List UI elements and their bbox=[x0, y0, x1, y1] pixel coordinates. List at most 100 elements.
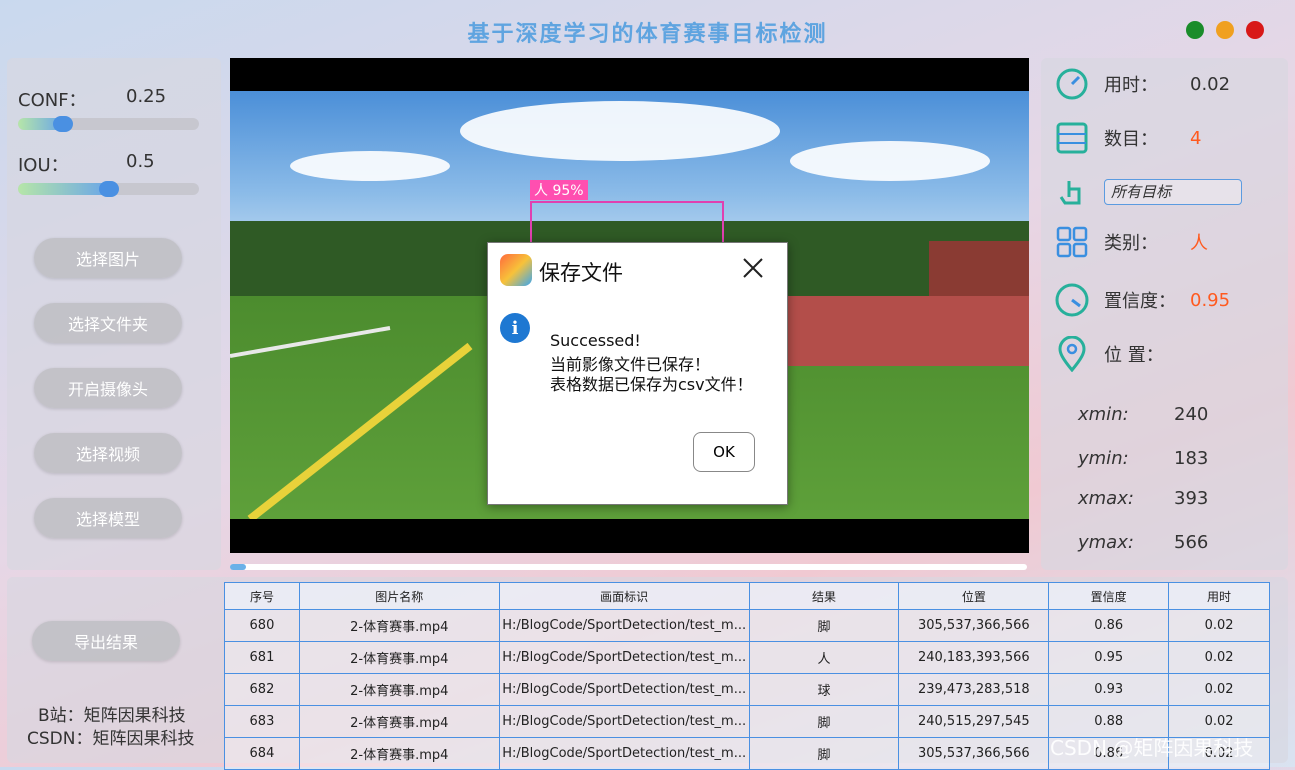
table-cell: 305,537,366,566 bbox=[898, 609, 1050, 642]
category-grid-icon bbox=[1054, 224, 1090, 260]
table-cell: 0.02 bbox=[1168, 673, 1270, 706]
green-button[interactable] bbox=[1186, 21, 1204, 39]
pointer-hand-icon bbox=[1054, 176, 1090, 212]
column-header[interactable]: 画面标识 bbox=[498, 582, 750, 610]
yellow-button[interactable] bbox=[1216, 21, 1234, 39]
count-label: 数目： bbox=[1104, 129, 1158, 150]
stopwatch-icon bbox=[1054, 66, 1090, 102]
table-header-row: 序号 图片名称 画面标识 结果 位置 置信度 用时 bbox=[224, 582, 1270, 610]
column-header[interactable]: 序号 bbox=[224, 582, 300, 610]
table-cell: 683 bbox=[224, 705, 300, 738]
table-cell: 0.86 bbox=[1048, 609, 1170, 642]
ymin-value: 183 bbox=[1174, 448, 1209, 469]
iou-value: 0.5 bbox=[126, 151, 155, 172]
class-label: 类别： bbox=[1104, 233, 1158, 254]
credit-csdn: CSDN：矩阵因果科技 bbox=[27, 729, 195, 749]
count-value: 4 bbox=[1190, 127, 1202, 149]
info-icon: i bbox=[500, 313, 530, 343]
table-row[interactable]: 682 2-体育赛事.mp4 H:/BlogCode/SportDetectio… bbox=[224, 673, 1270, 706]
white-line bbox=[230, 326, 391, 358]
table-cell: 0.95 bbox=[1048, 641, 1170, 674]
table-cell: 0.02 bbox=[1168, 609, 1270, 642]
table-cell: 0.02 bbox=[1168, 641, 1270, 674]
select-image-button[interactable]: 选择图片 bbox=[34, 238, 182, 278]
column-header[interactable]: 图片名称 bbox=[298, 582, 500, 610]
iou-slider-fill bbox=[18, 183, 109, 195]
table-cell: 脚 bbox=[748, 609, 900, 642]
table-cell: 2-体育赛事.mp4 bbox=[298, 609, 500, 642]
conf-label: CONF： bbox=[18, 90, 87, 111]
table-cell: 239,473,283,518 bbox=[898, 673, 1050, 706]
conf-slider-handle[interactable] bbox=[53, 116, 74, 132]
class-row: 类别： 人 bbox=[1054, 224, 1208, 260]
select-model-button[interactable]: 选择模型 bbox=[34, 498, 182, 538]
export-results-button[interactable]: 导出结果 bbox=[32, 621, 180, 661]
ymin-label: ymin: bbox=[1078, 448, 1129, 469]
abacus-icon bbox=[1054, 120, 1090, 156]
table-cell: H:/BlogCode/SportDetection/test_m... bbox=[498, 737, 750, 770]
video-progress-bar[interactable] bbox=[230, 564, 1027, 570]
table-row[interactable]: 680 2-体育赛事.mp4 H:/BlogCode/SportDetectio… bbox=[224, 609, 1270, 642]
time-value: 0.02 bbox=[1190, 73, 1231, 95]
xmax-label: xmax: bbox=[1078, 488, 1134, 509]
location-pin-icon bbox=[1054, 336, 1090, 372]
table-cell: 2-体育赛事.mp4 bbox=[298, 673, 500, 706]
table-cell: 305,537,366,566 bbox=[898, 737, 1050, 770]
dialog-title: 保存文件 bbox=[539, 261, 623, 285]
table-cell: 680 bbox=[224, 609, 300, 642]
class-value: 人 bbox=[1190, 233, 1208, 254]
table-cell: 682 bbox=[224, 673, 300, 706]
watermark: CSDN @矩阵因果科技 bbox=[1050, 736, 1254, 760]
ymax-value: 566 bbox=[1174, 532, 1209, 553]
confidence-label: 置信度： bbox=[1104, 291, 1176, 312]
red-button[interactable] bbox=[1246, 21, 1264, 39]
table-cell: 240,183,393,566 bbox=[898, 641, 1050, 674]
select-folder-button[interactable]: 选择文件夹 bbox=[34, 303, 182, 343]
detection-label: 人 95% bbox=[530, 180, 588, 200]
table-cell: 684 bbox=[224, 737, 300, 770]
open-camera-button[interactable]: 开启摄像头 bbox=[34, 368, 182, 408]
xmax-value: 393 bbox=[1174, 488, 1209, 509]
count-row: 数目： 4 bbox=[1054, 120, 1201, 156]
table-cell: H:/BlogCode/SportDetection/test_m... bbox=[498, 705, 750, 738]
yellow-line bbox=[247, 342, 473, 519]
table-cell: H:/BlogCode/SportDetection/test_m... bbox=[498, 609, 750, 642]
save-file-dialog: 保存文件 i Successed! 当前影像文件已保存！ 表格数据已保存为csv… bbox=[487, 242, 788, 505]
table-row[interactable]: 681 2-体育赛事.mp4 H:/BlogCode/SportDetectio… bbox=[224, 641, 1270, 674]
table-cell: 2-体育赛事.mp4 bbox=[298, 705, 500, 738]
table-cell: 球 bbox=[748, 673, 900, 706]
video-progress-fill bbox=[230, 564, 246, 570]
column-header[interactable]: 用时 bbox=[1168, 582, 1270, 610]
column-header[interactable]: 结果 bbox=[748, 582, 900, 610]
table-cell: 240,515,297,545 bbox=[898, 705, 1050, 738]
table-cell: H:/BlogCode/SportDetection/test_m... bbox=[498, 641, 750, 674]
table-cell: 脚 bbox=[748, 737, 900, 770]
select-video-button[interactable]: 选择视频 bbox=[34, 433, 182, 473]
column-header[interactable]: 位置 bbox=[898, 582, 1050, 610]
dialog-message-line3: 表格数据已保存为csv文件！ bbox=[550, 375, 753, 394]
credit-bilibili: B站：矩阵因果科技 bbox=[38, 706, 186, 726]
confidence-row: 置信度： 0.95 bbox=[1054, 282, 1230, 318]
ok-button[interactable]: OK bbox=[693, 432, 755, 472]
app-logo-icon bbox=[500, 254, 532, 286]
ymax-label: ymax: bbox=[1078, 532, 1134, 553]
iou-label: IOU： bbox=[18, 155, 69, 176]
column-header[interactable]: 置信度 bbox=[1048, 582, 1170, 610]
table-cell: 脚 bbox=[748, 705, 900, 738]
conf-value: 0.25 bbox=[126, 86, 167, 107]
table-cell: 2-体育赛事.mp4 bbox=[298, 737, 500, 770]
confidence-value: 0.95 bbox=[1190, 289, 1231, 311]
close-icon[interactable] bbox=[740, 255, 766, 281]
iou-slider-handle[interactable] bbox=[98, 181, 119, 197]
conf-slider[interactable] bbox=[18, 118, 199, 130]
table-cell: 人 bbox=[748, 641, 900, 674]
table-cell: H:/BlogCode/SportDetection/test_m... bbox=[498, 673, 750, 706]
table-cell: 681 bbox=[224, 641, 300, 674]
xmin-value: 240 bbox=[1174, 404, 1209, 425]
table-cell: 2-体育赛事.mp4 bbox=[298, 641, 500, 674]
xmin-label: xmin: bbox=[1078, 404, 1129, 425]
dialog-message-line1: Successed! bbox=[550, 331, 641, 350]
target-select[interactable]: 所有目标 bbox=[1104, 179, 1242, 205]
app-title: 基于深度学习的体育赛事目标检测 bbox=[467, 21, 828, 47]
time-row: 用时： 0.02 bbox=[1054, 66, 1230, 102]
